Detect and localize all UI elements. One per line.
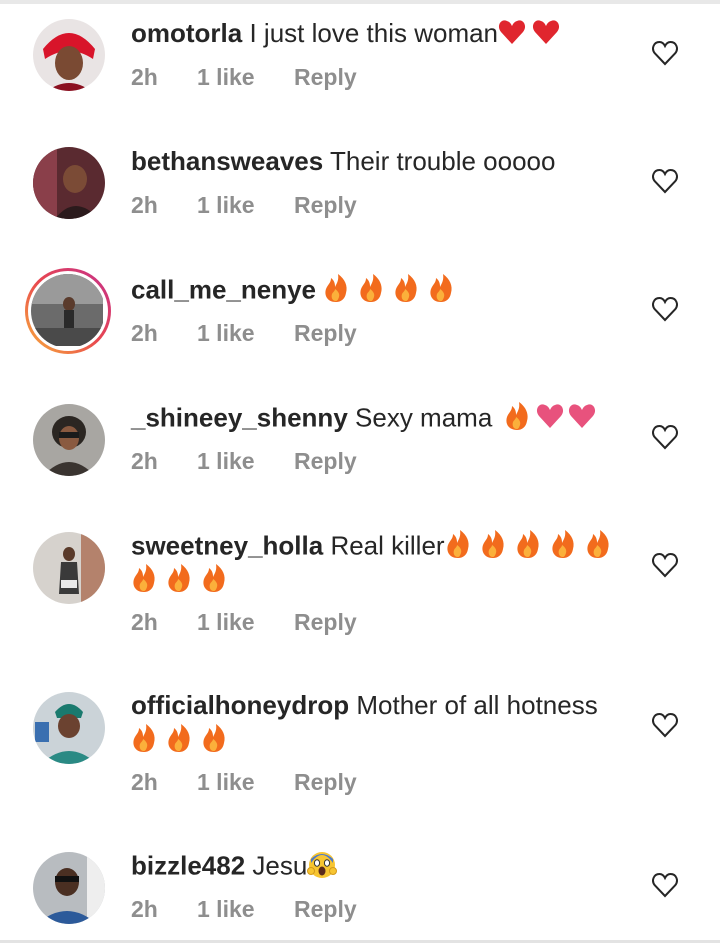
fire-emoji-icon bbox=[428, 273, 454, 310]
comment-body: Sexy mama bbox=[355, 402, 493, 433]
avatar[interactable] bbox=[33, 532, 105, 604]
likes-count[interactable]: 1 like bbox=[197, 769, 255, 796]
pink-heart-emoji-icon bbox=[536, 403, 564, 436]
username[interactable]: sweetney_holla bbox=[131, 530, 323, 560]
reply-button[interactable]: Reply bbox=[294, 192, 357, 219]
timestamp: 2h bbox=[131, 320, 158, 346]
comment-body: I just love this woman bbox=[249, 18, 499, 48]
avatar-story-ring[interactable] bbox=[25, 268, 111, 354]
avatar[interactable] bbox=[33, 147, 105, 219]
red-heart-emoji-icon bbox=[498, 19, 526, 52]
fire-emoji-icon bbox=[201, 723, 227, 760]
timestamp: 2h bbox=[131, 64, 158, 90]
timestamp: 2h bbox=[131, 609, 158, 635]
avatar-image bbox=[33, 532, 105, 604]
like-heart-icon[interactable] bbox=[651, 40, 679, 66]
comment-text-line: omotorla I just love this woman bbox=[131, 17, 560, 52]
avatar[interactable] bbox=[33, 692, 105, 764]
comment-text-line: _shineey_shenny Sexy mama bbox=[131, 401, 596, 438]
comment-body: Real killer bbox=[330, 530, 445, 561]
avatar-image bbox=[33, 147, 105, 219]
fire-emoji-icon bbox=[131, 723, 157, 760]
like-heart-icon[interactable] bbox=[651, 168, 679, 194]
fire-emoji-icon bbox=[445, 529, 471, 566]
likes-count[interactable]: 1 like bbox=[197, 609, 255, 636]
username[interactable]: _shineey_shenny bbox=[131, 402, 348, 432]
fire-emoji-icon bbox=[166, 723, 192, 760]
reply-button[interactable]: Reply bbox=[294, 896, 357, 923]
fire-emoji-icon bbox=[480, 529, 506, 566]
avatar[interactable] bbox=[33, 404, 105, 476]
comment-text-line: sweetney_holla Real killer bbox=[131, 529, 611, 566]
username[interactable]: bethansweaves bbox=[131, 146, 323, 176]
avatar-image bbox=[33, 19, 105, 91]
pink-heart-emoji-icon bbox=[568, 403, 596, 436]
top-divider bbox=[0, 0, 720, 4]
fire-emoji-icon bbox=[393, 273, 419, 310]
avatar-image bbox=[33, 692, 105, 764]
avatar-image bbox=[33, 852, 105, 924]
likes-count[interactable]: 1 like bbox=[197, 192, 255, 219]
comment-body: Jesu bbox=[252, 850, 308, 881]
comment-text-line: call_me_nenye bbox=[131, 273, 454, 310]
comment-body: Their trouble ooooo bbox=[329, 146, 556, 176]
fire-emoji-icon bbox=[515, 529, 541, 566]
fire-emoji-icon bbox=[131, 563, 157, 600]
comment-text-line-2 bbox=[131, 563, 227, 600]
reply-button[interactable]: Reply bbox=[294, 609, 357, 636]
fire-emoji-icon bbox=[166, 563, 192, 600]
username[interactable]: omotorla bbox=[131, 18, 242, 48]
timestamp: 2h bbox=[131, 896, 158, 922]
comment-text-line-2 bbox=[131, 723, 227, 760]
like-heart-icon[interactable] bbox=[651, 296, 679, 322]
likes-count[interactable]: 1 like bbox=[197, 64, 255, 91]
comment-body: Mother of all hotness bbox=[356, 690, 598, 720]
likes-count[interactable]: 1 like bbox=[197, 448, 255, 475]
fire-emoji-icon bbox=[585, 529, 611, 566]
screaming-face-emoji-icon bbox=[307, 849, 338, 886]
like-heart-icon[interactable] bbox=[651, 424, 679, 450]
avatar-image bbox=[33, 404, 105, 476]
red-heart-emoji-icon bbox=[532, 19, 560, 52]
timestamp: 2h bbox=[131, 448, 158, 474]
timestamp: 2h bbox=[131, 192, 158, 218]
like-heart-icon[interactable] bbox=[651, 712, 679, 738]
reply-button[interactable]: Reply bbox=[294, 64, 357, 91]
likes-count[interactable]: 1 like bbox=[197, 896, 255, 923]
username[interactable]: bizzle482 bbox=[131, 850, 245, 880]
avatar[interactable] bbox=[33, 852, 105, 924]
fire-emoji-icon bbox=[550, 529, 576, 566]
like-heart-icon[interactable] bbox=[651, 552, 679, 578]
fire-emoji-icon bbox=[323, 273, 349, 310]
like-heart-icon[interactable] bbox=[651, 872, 679, 898]
reply-button[interactable]: Reply bbox=[294, 320, 357, 347]
comment-text-line: bethansweaves Their trouble ooooo bbox=[131, 145, 555, 177]
comment-text-line: bizzle482 Jesu bbox=[131, 849, 338, 886]
reply-button[interactable]: Reply bbox=[294, 769, 357, 796]
comment-text-line: officialhoneydrop Mother of all hotness bbox=[131, 689, 598, 721]
reply-button[interactable]: Reply bbox=[294, 448, 357, 475]
avatar[interactable] bbox=[33, 19, 105, 91]
avatar-image bbox=[31, 274, 103, 346]
likes-count[interactable]: 1 like bbox=[197, 320, 255, 347]
fire-emoji-icon bbox=[201, 563, 227, 600]
username[interactable]: call_me_nenye bbox=[131, 274, 316, 304]
fire-emoji-icon bbox=[504, 401, 530, 438]
username[interactable]: officialhoneydrop bbox=[131, 690, 349, 720]
timestamp: 2h bbox=[131, 769, 158, 795]
fire-emoji-icon bbox=[358, 273, 384, 310]
